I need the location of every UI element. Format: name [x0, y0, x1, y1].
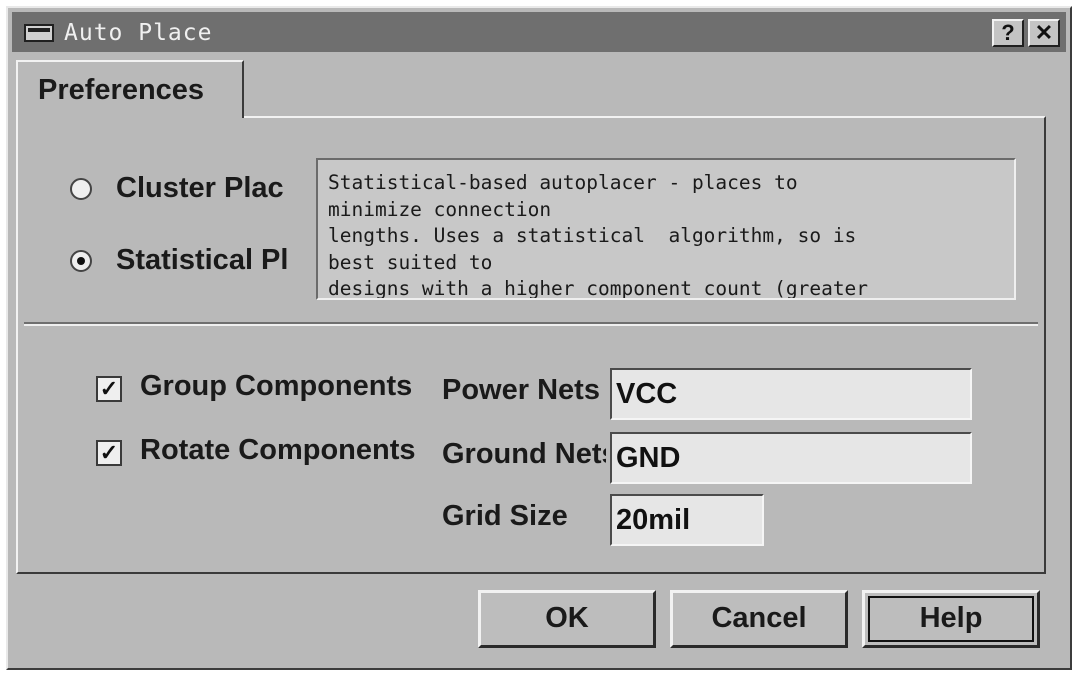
window-title: Auto Place [64, 20, 213, 46]
divider [24, 322, 1038, 326]
grid-size-label: Grid Size [442, 500, 568, 532]
cancel-button[interactable]: Cancel [670, 590, 848, 648]
statistical-placer-label[interactable]: Statistical Pl [116, 244, 306, 277]
ground-nets-field[interactable]: GND [610, 432, 972, 484]
placer-description-box: Statistical-based autoplacer - places to… [316, 158, 1016, 300]
group-components-checkbox[interactable]: ✓ [96, 376, 122, 402]
help-button[interactable]: Help [862, 590, 1040, 648]
cluster-placer-radio[interactable] [70, 178, 92, 200]
window-icon [24, 24, 54, 42]
title-bar[interactable]: Auto Place ? ✕ [12, 12, 1066, 52]
help-title-button[interactable]: ? [992, 19, 1024, 47]
rotate-components-label[interactable]: Rotate Components [140, 434, 440, 467]
close-button[interactable]: ✕ [1028, 19, 1060, 47]
grid-size-field[interactable]: 20mil [610, 494, 764, 546]
ok-button[interactable]: OK [478, 590, 656, 648]
group-components-label[interactable]: Group Components [140, 370, 440, 403]
statistical-placer-radio[interactable] [70, 250, 92, 272]
tab-preferences-label: Preferences [38, 74, 205, 106]
cluster-placer-label[interactable]: Cluster Plac [116, 172, 306, 205]
power-nets-label: Power Nets [442, 374, 600, 406]
power-nets-field[interactable]: VCC [610, 368, 972, 420]
ground-nets-label: Ground Nets [442, 438, 606, 470]
tab-preferences[interactable]: Preferences [16, 60, 244, 118]
rotate-components-checkbox[interactable]: ✓ [96, 440, 122, 466]
